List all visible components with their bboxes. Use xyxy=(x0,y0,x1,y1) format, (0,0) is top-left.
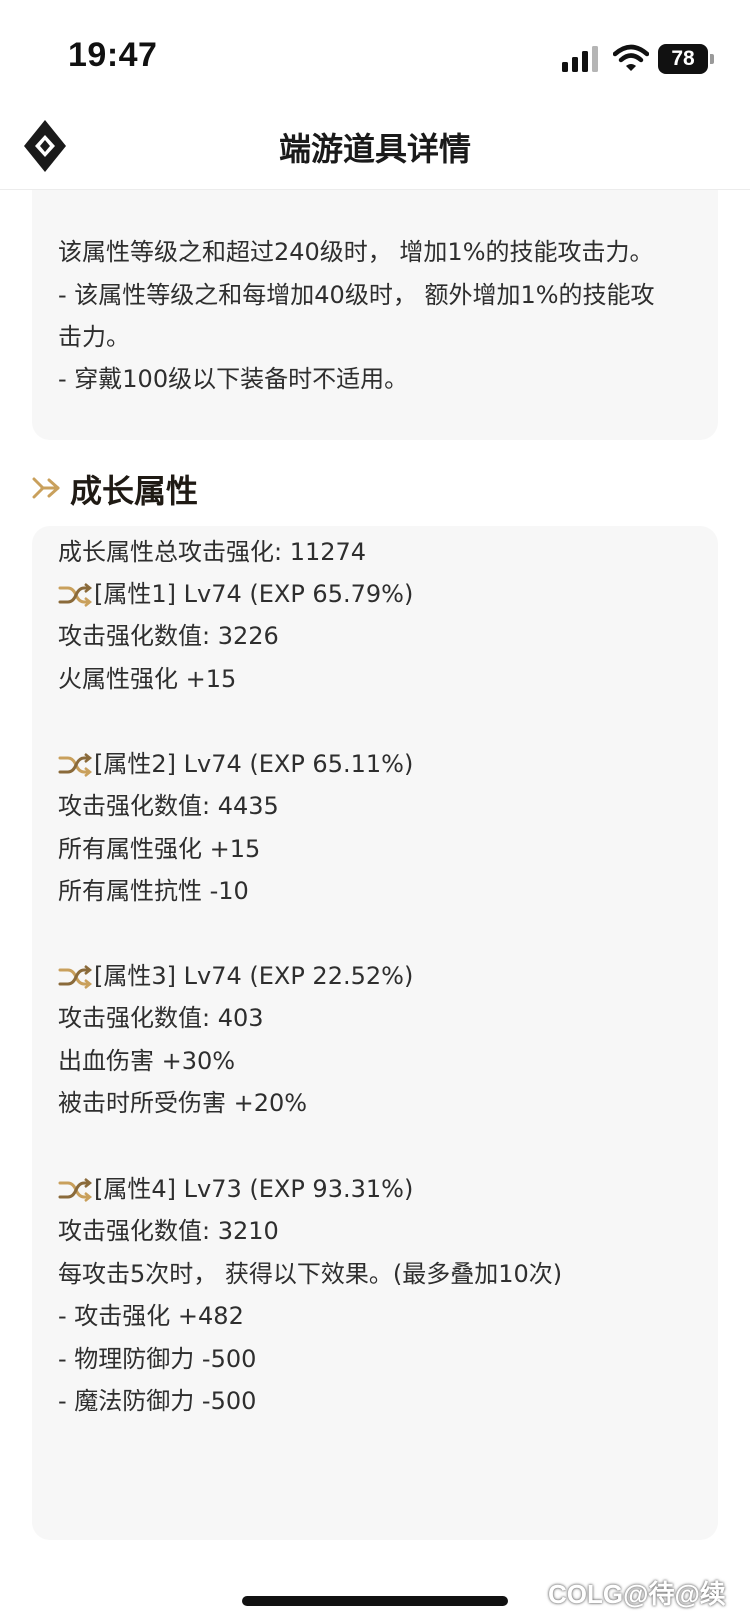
shuffle-icon xyxy=(58,1178,92,1202)
attribute-header: [属性3] Lv74 (EXP 22.52%) xyxy=(58,958,413,994)
growth-total: 成长属性总攻击强化: 11274 xyxy=(58,538,367,566)
wifi-icon xyxy=(613,44,649,71)
battery-level: 78 xyxy=(658,44,708,74)
description-line: 该属性等级之和超过240级时， 增加1%的技能攻击力。 xyxy=(58,238,654,266)
status-time: 19:47 xyxy=(68,36,158,74)
attribute-line: - 物理防御力 -500 xyxy=(58,1345,257,1373)
shuffle-icon xyxy=(58,583,92,607)
attribute-line: 每攻击5次时， 获得以下效果。(最多叠加10次) xyxy=(58,1260,563,1288)
description-line: 击力。 xyxy=(58,323,130,351)
attribute-header-text: [属性4] Lv73 (EXP 93.31%) xyxy=(94,1175,414,1203)
skill-description-card: 该属性等级之和超过240级时， 增加1%的技能攻击力。 - 该属性等级之和每增加… xyxy=(32,190,718,440)
attribute-line: 出血伤害 +30% xyxy=(58,1047,236,1075)
nav-header: 端游道具详情 xyxy=(0,100,750,190)
description-line: - 穿戴100级以下装备时不适用。 xyxy=(58,365,409,393)
status-bar: 19:47 78 xyxy=(0,0,750,100)
attribute-line: 所有属性强化 +15 xyxy=(58,835,261,863)
attribute-line: 攻击强化数值: 403 xyxy=(58,1004,264,1032)
attribute-line: - 攻击强化 +482 xyxy=(58,1302,244,1330)
shuffle-icon xyxy=(58,965,92,989)
shuffle-icon xyxy=(58,753,92,777)
attribute-header: [属性1] Lv74 (EXP 65.79%) xyxy=(58,576,413,612)
page-title: 端游道具详情 xyxy=(278,130,471,168)
signal-icon xyxy=(562,46,598,72)
watermark: COLG@待@续 xyxy=(548,1579,726,1609)
attribute-line: 火属性强化 +15 xyxy=(58,665,237,693)
attribute-line: 所有属性抗性 -10 xyxy=(58,877,249,905)
section-title: 成长属性 xyxy=(70,472,199,510)
attribute-line: 被击时所受伤害 +20% xyxy=(58,1089,308,1117)
attribute-line: - 魔法防御力 -500 xyxy=(58,1387,257,1415)
attribute-header-text: [属性2] Lv74 (EXP 65.11%) xyxy=(94,750,414,778)
attribute-line: 攻击强化数值: 3210 xyxy=(58,1217,279,1245)
home-indicator[interactable] xyxy=(242,1596,508,1606)
battery-icon: 78 xyxy=(658,44,716,74)
description-line: - 该属性等级之和每增加40级时， 额外增加1%的技能攻 xyxy=(58,281,655,309)
attribute-line: 攻击强化数值: 4435 xyxy=(58,792,279,820)
attribute-header: [属性4] Lv73 (EXP 93.31%) xyxy=(58,1171,413,1207)
attribute-header-text: [属性3] Lv74 (EXP 22.52%) xyxy=(94,962,414,990)
double-chevron-right-icon xyxy=(32,477,60,499)
battery-cap xyxy=(710,54,714,64)
attribute-header: [属性2] Lv74 (EXP 65.11%) xyxy=(58,746,413,782)
attribute-header-text: [属性1] Lv74 (EXP 65.79%) xyxy=(94,580,414,608)
attribute-line: 攻击强化数值: 3226 xyxy=(58,622,279,650)
growth-attributes-card: 成长属性总攻击强化: 11274 [属性1] Lv74 (EXP 65.79%)… xyxy=(32,526,718,1540)
